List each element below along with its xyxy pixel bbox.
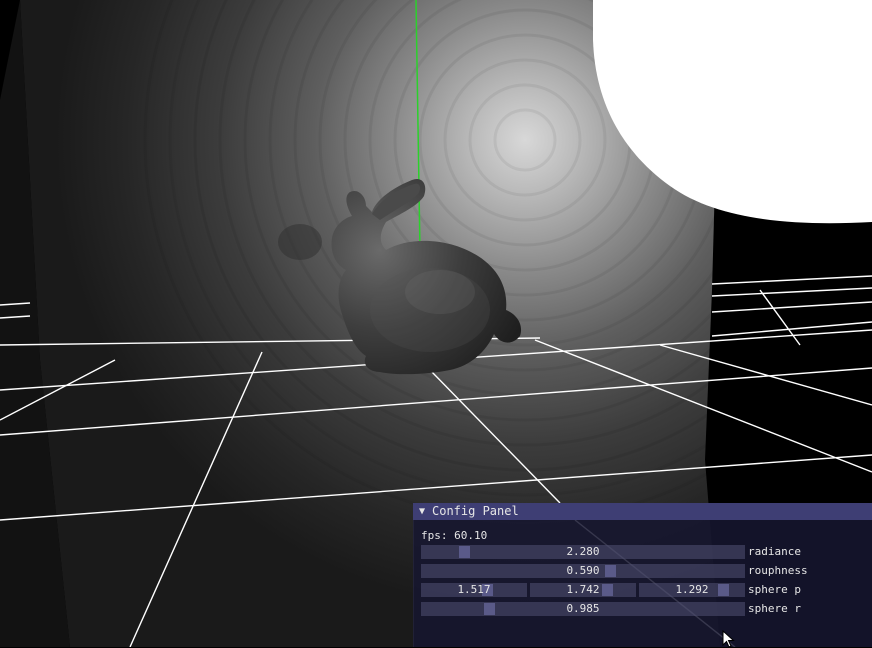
mouse-cursor-icon (722, 630, 735, 648)
triangle-down-icon[interactable]: ▼ (419, 503, 429, 520)
config-panel: ▼ Config Panel fps: 60.10 2.280 radiance… (413, 503, 872, 647)
sphere-p-row: 1.517 1.742 1.292 sphere p (421, 583, 872, 597)
sphere-p-z-grab[interactable] (718, 584, 729, 596)
panel-title-bar[interactable]: ▼ Config Panel (413, 503, 872, 520)
radiance-slider[interactable]: 2.280 (421, 545, 745, 559)
rouphness-row: 0.590 rouphness (421, 564, 872, 578)
sphere-r-row: 0.985 sphere r (421, 602, 872, 616)
rouphness-slider-grab[interactable] (605, 565, 616, 577)
sphere-p-y-slider[interactable]: 1.742 (530, 583, 636, 597)
sphere-p-y-value: 1.742 (566, 583, 600, 596)
radiance-slider-grab[interactable] (459, 546, 470, 558)
sphere-r-value: 0.985 (566, 602, 600, 615)
fps-label: fps: 60.10 (421, 529, 488, 542)
rouphness-label: rouphness (748, 564, 808, 577)
sphere-r-label: sphere r (748, 602, 801, 615)
rouphness-value: 0.590 (566, 564, 600, 577)
sphere-p-z-value: 1.292 (675, 583, 709, 596)
radiance-label: radiance (748, 545, 801, 558)
sphere-p-y-grab[interactable] (602, 584, 613, 596)
panel-title: Config Panel (432, 504, 519, 518)
sphere-p-x-slider[interactable]: 1.517 (421, 583, 527, 597)
sphere-r-slider-grab[interactable] (484, 603, 495, 615)
rouphness-slider[interactable]: 0.590 (421, 564, 745, 578)
radiance-value: 2.280 (566, 545, 600, 558)
radiance-row: 2.280 radiance (421, 545, 872, 559)
sphere-p-z-slider[interactable]: 1.292 (639, 583, 745, 597)
sphere-r-slider[interactable]: 0.985 (421, 602, 745, 616)
sphere-p-label: sphere p (748, 583, 801, 596)
sphere-p-x-value: 1.517 (457, 583, 491, 596)
